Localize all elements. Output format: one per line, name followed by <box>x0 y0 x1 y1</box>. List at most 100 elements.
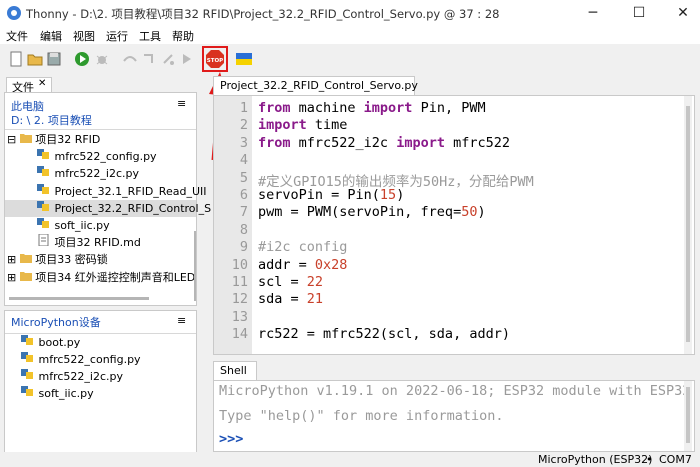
expand-icon[interactable]: ⊞ <box>7 271 16 284</box>
shell-panel[interactable]: MicroPython v1.19.1 on 2022-06-18; ESP32… <box>213 380 695 452</box>
close-button[interactable]: ✕ <box>668 3 698 23</box>
device-file-label: soft_iic.py <box>38 387 94 400</box>
device-file[interactable]: mfrc522_i2c.py <box>21 368 123 385</box>
folder-icon <box>19 134 32 143</box>
python-file-icon <box>37 149 49 159</box>
menu-file[interactable]: 文件 <box>6 28 28 44</box>
code-line[interactable]: #i2c config <box>258 239 347 255</box>
code-token: import <box>258 117 307 134</box>
code-token: 21 <box>306 291 324 308</box>
tree-item-file[interactable]: 项目32 RFID.md <box>37 233 141 251</box>
code-token: servoPin = Pin( <box>258 187 380 203</box>
code-line[interactable]: pwm = PWM(servoPin, freq=50) <box>258 204 486 220</box>
code-token: addr = <box>258 256 315 273</box>
shell-scrollbar-thumb[interactable] <box>686 387 690 443</box>
shell-output-line: Type "help()" for more information. <box>219 408 504 424</box>
tree-item-file[interactable]: soft_iic.py <box>37 217 110 234</box>
line-number: 12 <box>231 291 248 308</box>
tree-item-file[interactable]: mfrc522_config.py <box>37 148 157 165</box>
code-token: 0x28 <box>314 256 348 273</box>
code-line[interactable]: import time <box>258 117 347 133</box>
panel-menu-icon[interactable]: ≡ <box>177 314 186 327</box>
menu-edit[interactable]: 编辑 <box>40 28 62 44</box>
tree-item-file[interactable]: Project_32.1_RFID_Read_UII <box>37 183 207 200</box>
menu-tools[interactable]: 工具 <box>139 28 161 44</box>
device-file-label: mfrc522_config.py <box>38 353 141 366</box>
resume-icon[interactable] <box>179 51 195 67</box>
maximize-button[interactable]: ☐ <box>624 3 654 23</box>
shell-scrollbar[interactable] <box>684 381 692 451</box>
step-out-icon[interactable] <box>160 51 176 67</box>
editor-tab[interactable]: Project_32.2_RFID_Control_Servo.py <box>213 76 418 96</box>
code-token: import <box>396 134 445 151</box>
code-token: from <box>258 100 291 116</box>
tree-item-folder[interactable]: ⊟ 项目32 RFID <box>7 131 100 148</box>
line-number: 14 <box>231 326 248 343</box>
python-file-icon <box>21 352 33 362</box>
device-panel-title: MicroPython设备 <box>11 316 101 329</box>
shell-prompt[interactable]: >>> <box>219 431 243 447</box>
python-file-icon <box>21 369 33 379</box>
line-number: 8 <box>239 221 248 238</box>
interpreter-status[interactable]: MicroPython (ESP32) <box>538 453 652 466</box>
files-panel: 此电脑 D: \ 2. 项目教程 ≡ ⊟ 项目32 RFID mfrc522_c… <box>4 92 211 306</box>
editor-scrollbar-thumb[interactable] <box>686 106 690 342</box>
code-token: mfrc522_i2c <box>290 134 397 151</box>
folder-icon <box>19 254 32 263</box>
python-file-icon <box>37 184 49 194</box>
shell-tab[interactable]: Shell <box>213 361 257 381</box>
code-line[interactable]: scl = 22 <box>258 274 323 290</box>
port-status[interactable]: COM7 <box>659 453 692 466</box>
step-into-icon[interactable] <box>141 51 157 67</box>
minimize-button[interactable]: ─ <box>578 3 608 23</box>
folder-icon <box>19 272 32 281</box>
collapse-icon[interactable]: ⊟ <box>7 133 16 146</box>
panel-menu-icon[interactable]: ≡ <box>177 97 186 110</box>
code-token: 15 <box>379 187 397 203</box>
new-file-icon[interactable] <box>8 51 24 67</box>
close-tab-icon[interactable]: ✕ <box>38 78 46 89</box>
tree-item-file[interactable]: mfrc522_i2c.py <box>37 165 139 182</box>
expand-icon[interactable]: ⊞ <box>7 253 16 266</box>
code-line[interactable]: servoPin = Pin(15) <box>258 187 404 203</box>
shell-tab-label: Shell <box>220 364 247 377</box>
device-file[interactable]: boot.py <box>21 334 80 351</box>
line-number: 11 <box>231 274 248 290</box>
divider <box>5 129 196 130</box>
editor-tab-label: Project_32.2_RFID_Control_Servo.py <box>220 79 418 92</box>
code-line[interactable]: rc522 = mfrc522(scl, sda, addr) <box>258 326 510 342</box>
device-file[interactable]: soft_iic.py <box>21 385 94 402</box>
code-line[interactable]: addr = 0x28 <box>258 257 347 273</box>
step-over-icon[interactable] <box>122 51 138 67</box>
line-number: 3 <box>239 134 248 151</box>
horizontal-scrollbar[interactable] <box>9 297 149 300</box>
tree-item-folder[interactable]: ⊞ 项目34 红外遥控控制声音和LED <box>7 269 195 286</box>
code-line[interactable]: from mfrc522_i2c import mfrc522 <box>258 135 510 151</box>
tree-item-file-selected[interactable]: Project_32.2_RFID_Control_S <box>37 200 211 217</box>
line-number: 5 <box>239 169 248 186</box>
editor-scrollbar[interactable] <box>684 96 692 354</box>
code-line[interactable]: sda = 21 <box>258 291 323 307</box>
path-label[interactable]: D: \ 2. 项目教程 <box>11 112 92 129</box>
code-editor[interactable]: 1 2 3 4 5 6 7 8 9 10 11 12 13 14 from machine import … <box>213 95 695 355</box>
python-file-icon <box>37 201 49 211</box>
tree-item-folder[interactable]: ⊞ 项目33 密码锁 <box>7 251 108 268</box>
code-token: sda = <box>258 291 307 308</box>
device-file[interactable]: mfrc522_config.py <box>21 351 141 368</box>
code-token: 22 <box>306 274 324 290</box>
code-line[interactable]: from machine import Pin, PWM <box>258 100 486 116</box>
vertical-scrollbar[interactable] <box>194 231 196 301</box>
debug-icon[interactable] <box>94 51 110 67</box>
menu-help[interactable]: 帮助 <box>172 28 194 44</box>
menu-view[interactable]: 视图 <box>73 28 95 44</box>
menu-run[interactable]: 运行 <box>106 28 128 44</box>
run-icon[interactable] <box>74 51 90 67</box>
open-folder-icon[interactable] <box>27 51 43 67</box>
tree-item-label: 项目32 RFID.md <box>54 236 141 249</box>
window-title: Thonny - D:\2. 项目教程\项目32 RFID\Project_32… <box>26 7 500 21</box>
status-bar: MicroPython (ESP32) • COM7 <box>0 452 700 467</box>
tree-item-label: soft_iic.py <box>54 219 110 232</box>
save-icon[interactable] <box>46 51 62 67</box>
ukraine-flag-icon[interactable] <box>236 51 252 67</box>
tree-item-label: Project_32.2_RFID_Control_S <box>54 202 212 215</box>
